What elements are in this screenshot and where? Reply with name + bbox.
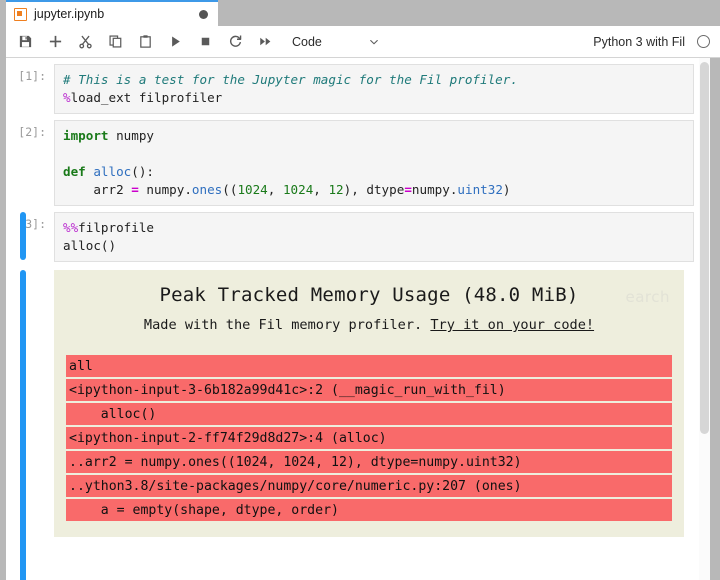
flamegraph-frame[interactable]: alloc() (66, 403, 672, 425)
code-line (63, 145, 685, 163)
code-line: alloc() (63, 237, 685, 255)
try-it-on-your-code-link[interactable]: Try it on your code! (430, 317, 594, 333)
flamegraph-title: Peak Tracked Memory Usage (48.0 MiB) (66, 284, 672, 306)
flamegraph-frames: all<ipython-input-3-6b182a99d41c>:2 (__m… (66, 355, 672, 521)
code-token: = (404, 182, 412, 197)
cell-source-editor[interactable]: # This is a test for the Jupyter magic f… (54, 64, 694, 114)
code-token: ones (192, 182, 222, 197)
cell-output-area: earchPeak Tracked Memory Usage (48.0 MiB… (6, 262, 720, 537)
cells-container: [1]: # This is a test for the Jupyter mag… (6, 58, 720, 537)
cell-source-editor[interactable]: %%filprofilealloc() (54, 212, 694, 262)
code-token: uint32 (457, 182, 503, 197)
code-token: ), dtype (344, 182, 405, 197)
paste-icon (138, 34, 153, 49)
flamegraph-frame[interactable]: <ipython-input-2-ff74f29d8d27>:4 (alloc) (66, 427, 672, 449)
kernel-name: Python 3 with Fil (593, 35, 685, 49)
code-token: numpy. (412, 182, 458, 197)
stop-icon (198, 34, 213, 49)
chevron-down-icon (368, 36, 380, 48)
code-line: def alloc(): (63, 163, 685, 181)
cut-cell-button[interactable] (70, 27, 100, 57)
notebook-cell[interactable]: [2]:import numpy def alloc(): arr2 = num… (6, 114, 720, 206)
code-token: numpy. (139, 182, 192, 197)
plus-icon (48, 34, 63, 49)
code-token: numpy (109, 128, 155, 143)
flamegraph-frame[interactable]: ..arr2 = numpy.ones((1024, 1024, 12), dt… (66, 451, 672, 473)
code-line: %load_ext filprofiler (63, 89, 685, 107)
unsaved-changes-indicator (199, 10, 208, 19)
code-token: (): (131, 164, 154, 179)
scissors-icon (78, 34, 93, 49)
tab-title: jupyter.ipynb (34, 7, 199, 21)
interrupt-kernel-button[interactable] (190, 27, 220, 57)
save-button[interactable] (10, 27, 40, 57)
insert-cell-button[interactable] (40, 27, 70, 57)
paste-cell-button[interactable] (130, 27, 160, 57)
code-token: %% (63, 220, 78, 235)
save-icon (18, 34, 33, 49)
code-token: import (63, 128, 109, 143)
jupyter-window: jupyter.ipynb (0, 0, 720, 580)
code-token: load_ext filprofiler (71, 90, 223, 105)
notebook-scroll-area[interactable]: [1]: # This is a test for the Jupyter mag… (6, 58, 720, 580)
fast-forward-icon (258, 34, 273, 49)
run-cell-button[interactable] (160, 27, 190, 57)
cell-prompt: [3]: (6, 212, 54, 262)
kernel-indicator[interactable]: Python 3 with Fil (593, 35, 710, 49)
code-token: 12 (328, 182, 343, 197)
kernel-status-icon (697, 35, 710, 48)
code-token: (( (222, 182, 237, 197)
code-token: , (268, 182, 283, 197)
code-line: %%filprofile (63, 219, 685, 237)
code-token: 1024 (237, 182, 267, 197)
copy-icon (108, 34, 123, 49)
code-token: filprofile (78, 220, 154, 235)
copy-cell-button[interactable] (100, 27, 130, 57)
restart-kernel-button[interactable] (220, 27, 250, 57)
flamegraph-subtitle: Made with the Fil memory profiler. Try i… (66, 317, 672, 333)
notebook-cell[interactable]: [3]:%%filprofilealloc() (6, 206, 720, 262)
notebook-cell[interactable]: [1]: # This is a test for the Jupyter mag… (6, 58, 720, 114)
active-cell-indicator (20, 270, 26, 580)
flamegraph-frame[interactable]: a = empty(shape, dtype, order) (66, 499, 672, 521)
cell-prompt: [2]: (6, 120, 54, 206)
code-token: % (63, 90, 71, 105)
tab-bar: jupyter.ipynb (0, 0, 720, 26)
code-token: , (313, 182, 328, 197)
notebook-icon (14, 8, 27, 21)
code-token: alloc (93, 164, 131, 179)
flamegraph-frame[interactable]: all (66, 355, 672, 377)
code-token: = (131, 182, 139, 197)
flamegraph-frame[interactable]: ..ython3.8/site-packages/numpy/core/nume… (66, 475, 672, 497)
code-token: def (63, 164, 86, 179)
code-token: # This is a test for the Jupyter magic f… (63, 72, 518, 87)
flamegraph-panel: earchPeak Tracked Memory Usage (48.0 MiB… (54, 270, 684, 537)
restart-icon (228, 34, 243, 49)
vertical-scrollbar-thumb[interactable] (700, 62, 709, 434)
restart-and-run-all-button[interactable] (250, 27, 280, 57)
code-token: arr2 (63, 182, 131, 197)
notebook-toolbar: Code Python 3 with Fil (6, 26, 720, 58)
code-line: # This is a test for the Jupyter magic f… (63, 71, 685, 89)
flamegraph-subtitle-text: Made with the Fil memory profiler. (144, 317, 430, 333)
cell-type-select[interactable]: Code (288, 30, 384, 54)
code-line: arr2 = numpy.ones((1024, 1024, 12), dtyp… (63, 181, 685, 199)
code-line: import numpy (63, 127, 685, 145)
tab-jupyter-notebook[interactable]: jupyter.ipynb (6, 0, 218, 26)
window-right-edge (710, 58, 720, 580)
code-token: ) (503, 182, 511, 197)
cell-prompt: [1]: (6, 64, 54, 114)
play-icon (168, 34, 183, 49)
code-token: alloc() (63, 238, 116, 253)
flamegraph-frame[interactable]: <ipython-input-3-6b182a99d41c>:2 (__magi… (66, 379, 672, 401)
code-token: 1024 (283, 182, 313, 197)
cell-source-editor[interactable]: import numpy def alloc(): arr2 = numpy.o… (54, 120, 694, 206)
active-cell-indicator (20, 212, 26, 260)
cell-type-value: Code (292, 35, 322, 49)
